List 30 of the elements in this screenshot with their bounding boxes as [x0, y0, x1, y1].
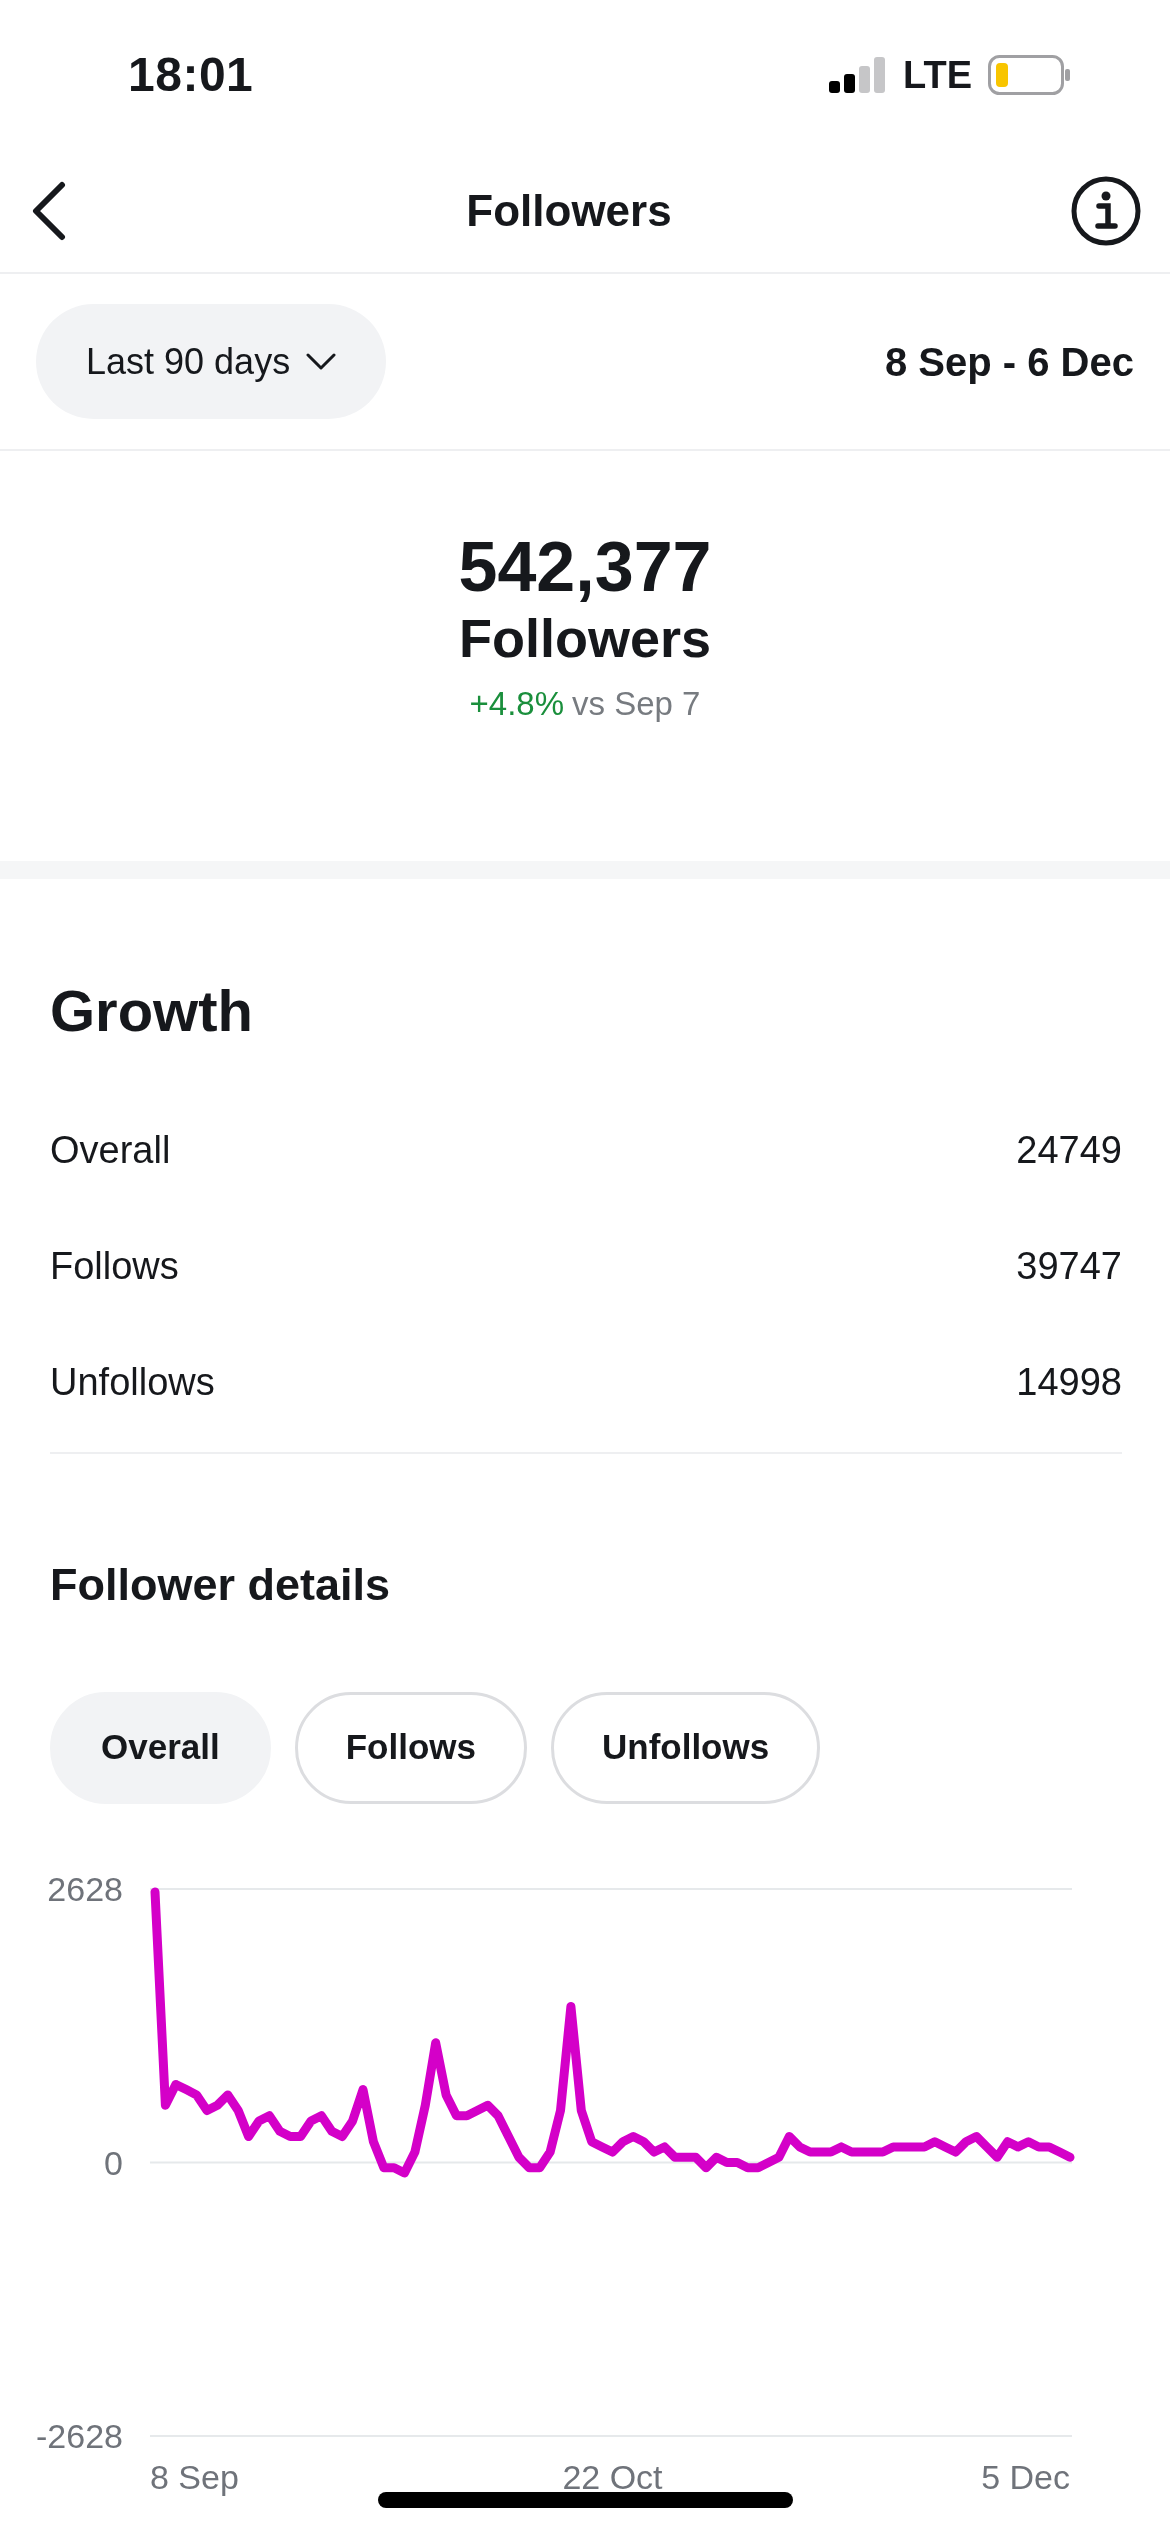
battery-icon	[988, 55, 1070, 95]
metric-label: Follows	[50, 1243, 179, 1289]
status-time: 18:01	[128, 47, 254, 103]
metric-label: Unfollows	[50, 1359, 215, 1405]
section-heading: Growth	[50, 977, 254, 1045]
network-label: LTE	[903, 52, 972, 98]
change-percent: +4.8%	[469, 683, 565, 724]
y-axis-label: 0	[104, 2143, 123, 2181]
metric-value: 24749	[1016, 1127, 1122, 1173]
section-heading: Follower details	[50, 1558, 392, 1612]
metric-value: 39747	[1016, 1243, 1122, 1289]
y-axis-label: -2628	[36, 2416, 123, 2455]
x-axis-label: 8 Sep	[150, 2457, 239, 2496]
metric-value: 14998	[1016, 1359, 1122, 1405]
metric-label: Overall	[50, 1127, 171, 1173]
chevron-down-icon	[306, 352, 337, 371]
x-axis-label: 5 Dec	[981, 2457, 1070, 2496]
follower-label: Followers	[458, 607, 711, 670]
comparison-label: vs Sep 7	[572, 683, 701, 724]
info-icon[interactable]	[1070, 175, 1142, 247]
y-axis-label: 2628	[47, 1869, 123, 1908]
filter-chip[interactable]: Overall	[50, 1691, 271, 1804]
date-range-dropdown[interactable]: Last 90 days	[36, 304, 387, 419]
filter-chip[interactable]: Follows	[294, 1691, 527, 1804]
signal-icon	[829, 57, 888, 93]
filter-chip[interactable]: Unfollows	[551, 1691, 821, 1804]
date-range: 8 Sep - 6 Dec	[885, 338, 1134, 386]
follower-count: 542,377	[458, 529, 712, 606]
x-axis-label: 22 Oct	[562, 2457, 663, 2496]
page-title: Followers	[466, 185, 672, 237]
